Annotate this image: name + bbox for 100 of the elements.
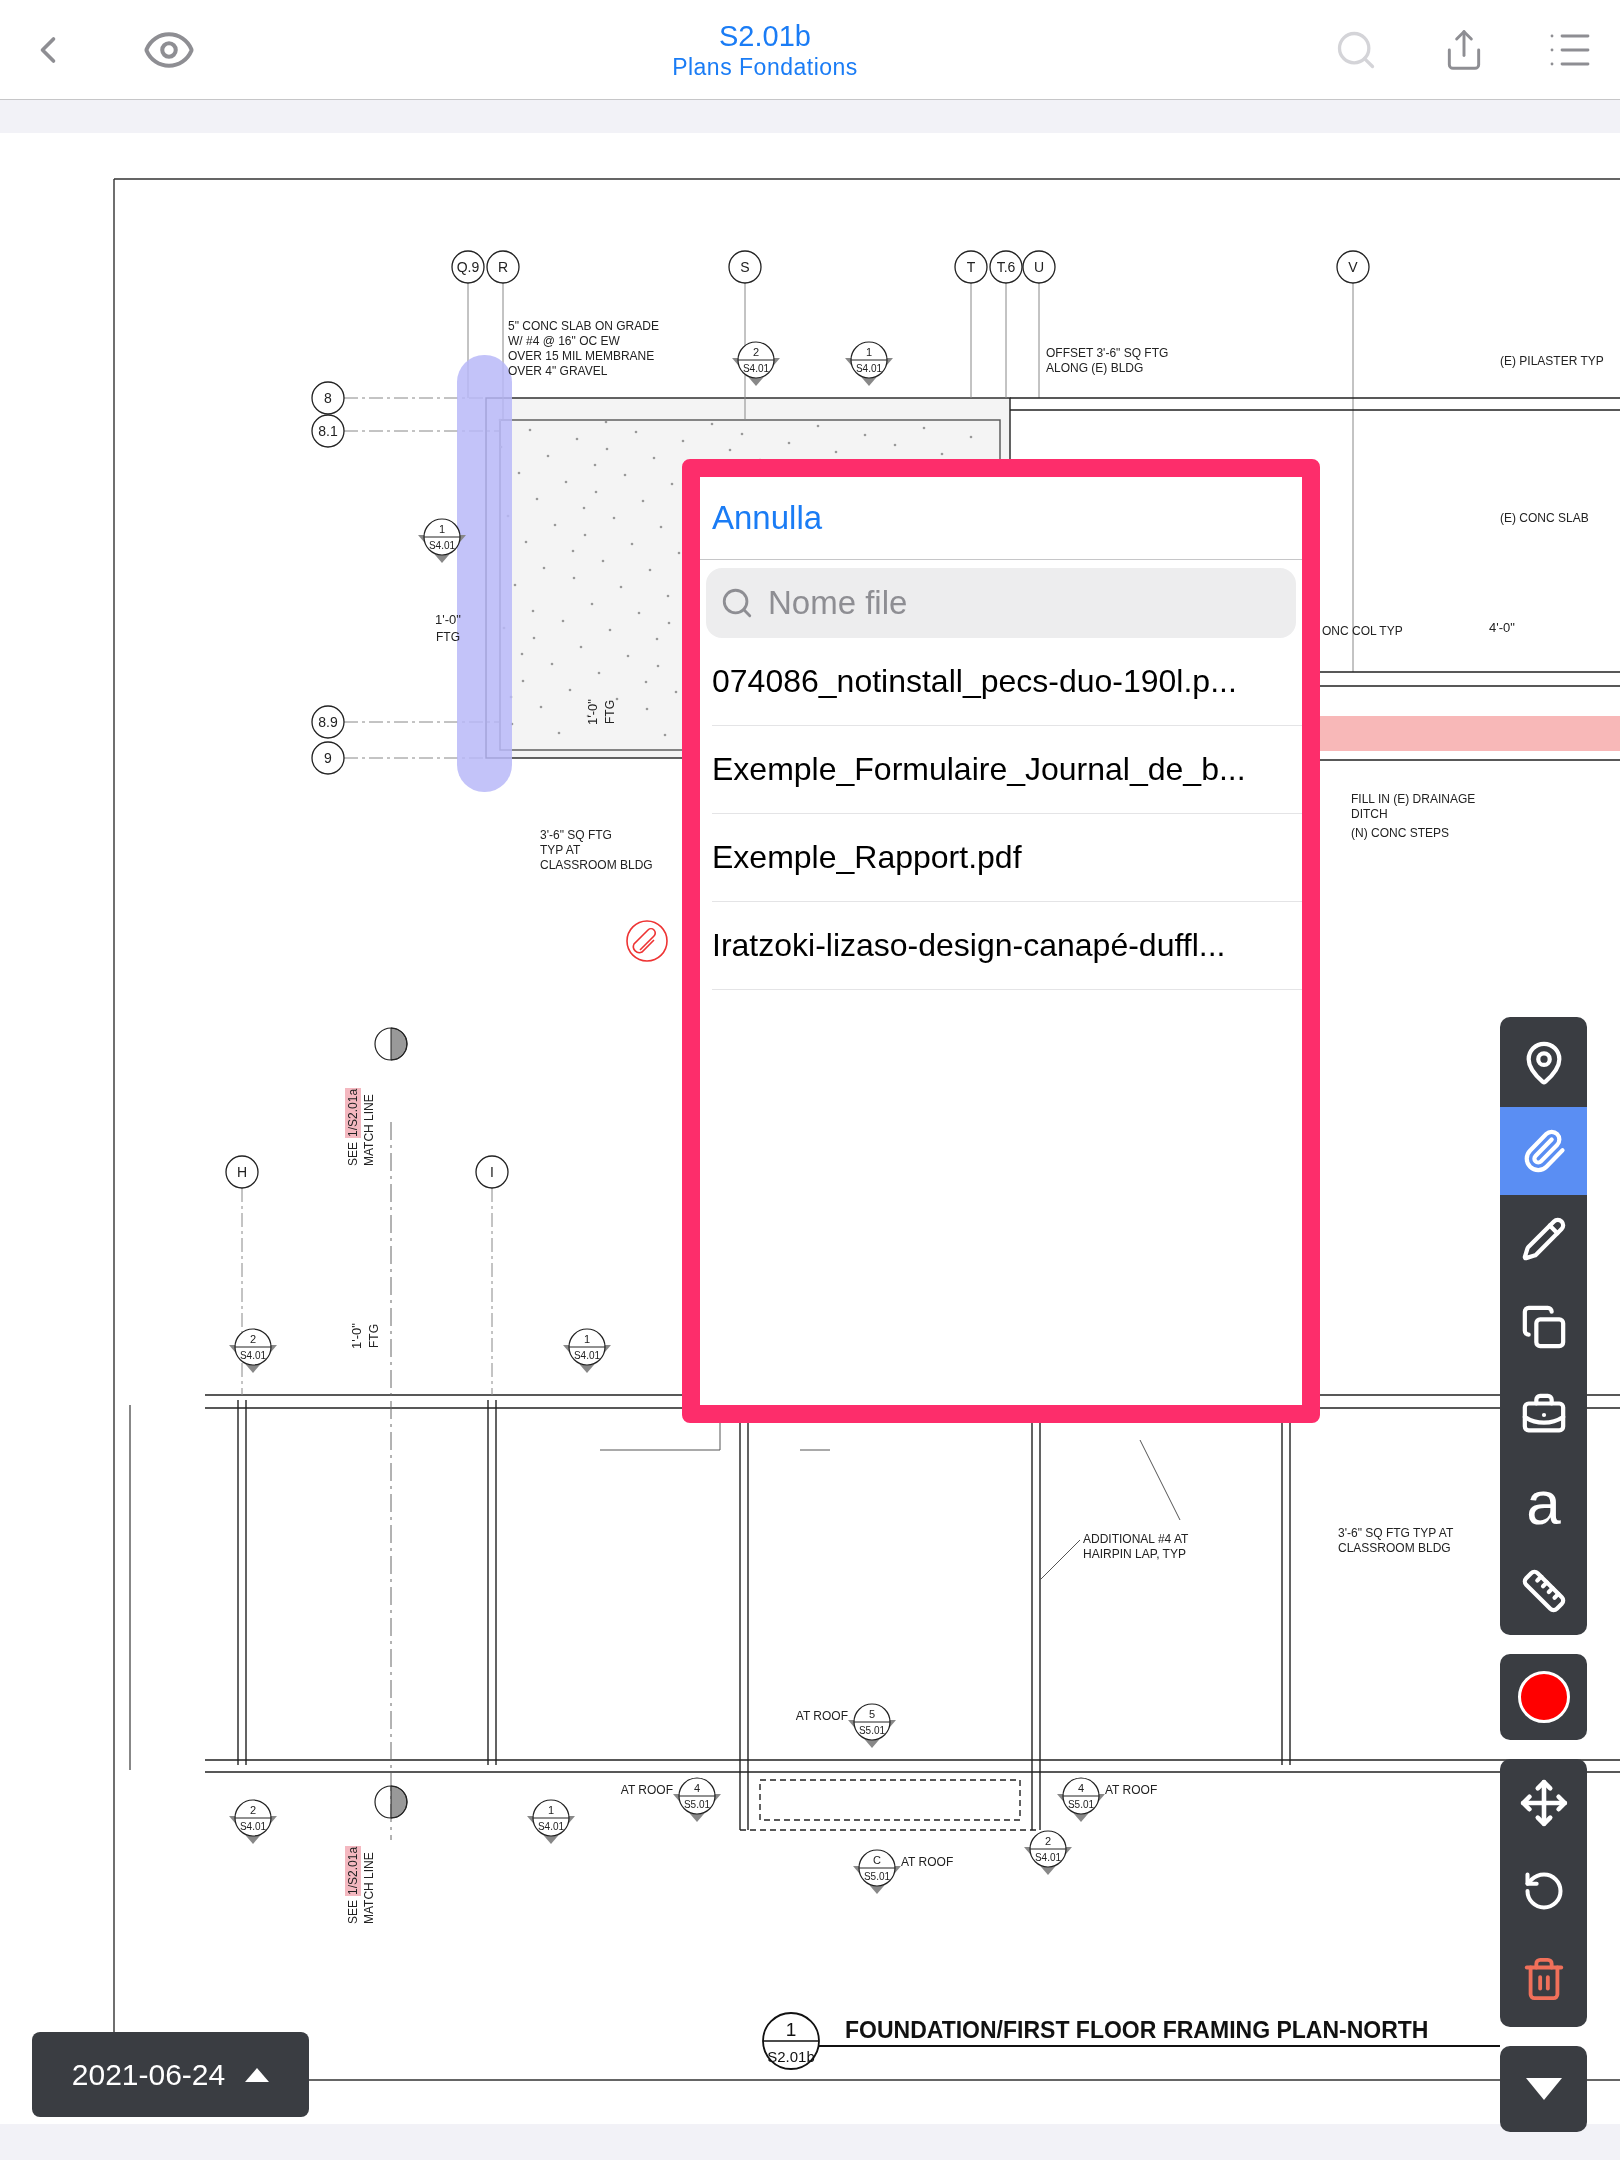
sheet-reference: S4.01 [537, 1821, 565, 1832]
drawing-title: FOUNDATION/FIRST FLOOR FRAMING PLAN-NORTH [845, 2017, 1429, 2043]
drawing-note: 5" CONC SLAB ON GRADE W/ #4 @ 16" OC EW OVER 15 MIL MEMBRANE OVER 4" GRAVEL [508, 319, 659, 378]
color-swatch-button[interactable] [1517, 1671, 1570, 1723]
section-number: 1 [583, 1333, 591, 1345]
grid-label: S [740, 259, 750, 275]
dimension-label: FTG [436, 630, 460, 644]
section-marker [845, 341, 893, 386]
sheet-reference: S5.01 [683, 1799, 711, 1810]
move-arrows-icon [1518, 1778, 1569, 1828]
date-button[interactable]: 2021-06-24 [32, 2032, 309, 2117]
match-line-bubble-outline [374, 1785, 408, 1819]
pencil-icon [1520, 1216, 1567, 1262]
match-line-reference: 1/S2.01a [345, 1845, 361, 1896]
section-number: 2 [249, 1804, 257, 1816]
section-number: 5 [868, 1708, 876, 1720]
drawing-note: 3'-6" SQ FTG TYP AT CLASSROOM BLDG [1338, 1526, 1454, 1555]
cancel-button[interactable]: Annulla [700, 477, 835, 559]
sheet-reference: S5.01 [863, 1871, 891, 1882]
match-line-see: SEE [345, 1900, 361, 1924]
sheet-reference: S4.01 [855, 363, 883, 374]
drawing-note: AT ROOF [795, 1709, 848, 1723]
section-number: 2 [752, 346, 760, 358]
search-icon [720, 586, 754, 620]
section-number: 2 [249, 1333, 257, 1345]
match-line-reference: 1/S2.01a [345, 1087, 361, 1138]
grid-bubble [1336, 250, 1370, 284]
grid-label: 8.9 [318, 714, 338, 730]
section-marker [563, 1328, 611, 1373]
section-number: 2 [1044, 1835, 1052, 1847]
sheet-reference: S4.01 [428, 540, 456, 551]
drawing-note: 3'-6" SQ FTG TYP AT CLASSROOM BLDG [540, 828, 653, 872]
drawing-note: (E) PILASTER TYP [1500, 354, 1604, 368]
sheet-reference: S4.01 [239, 1350, 267, 1361]
grid-label: 9 [324, 750, 332, 766]
section-number: 4 [1077, 1782, 1085, 1794]
dimension-value: 1'-0" [585, 699, 600, 725]
sheet-reference: S4.01 [573, 1350, 601, 1361]
grid-label: U [1033, 259, 1045, 275]
dimension-value: 4'-0" [1489, 620, 1515, 635]
grid-bubble [311, 741, 345, 775]
section-marker [1024, 1830, 1072, 1875]
triangle-down-icon [1525, 2078, 1562, 2100]
grid-bubble [486, 250, 520, 284]
drawing-note: ADDITIONAL #4 AT HAIRPIN LAP, TYP [1083, 1532, 1189, 1561]
drawing-note: (E) CONC SLAB [1500, 511, 1589, 525]
grid-bubble [954, 250, 988, 284]
title-marker-sheet: S2.01b [767, 2048, 815, 2065]
grid-bubble [311, 414, 345, 448]
section-number: 1 [438, 523, 446, 535]
match-line-bubble [390, 1027, 408, 1061]
sheet-reference: S4.01 [1034, 1852, 1062, 1863]
grid-label: 8.1 [318, 423, 338, 439]
search-field[interactable]: Nome file [706, 568, 1296, 638]
grid-bubble [989, 250, 1023, 284]
grid-bubble [1022, 250, 1056, 284]
section-marker [527, 1799, 575, 1844]
section-number: 1 [547, 1804, 555, 1816]
drawing-note: AT ROOF [1105, 1783, 1158, 1797]
grid-label: 8 [324, 390, 332, 406]
section-marker [229, 1328, 277, 1373]
sheet-reference: S4.01 [239, 1821, 267, 1832]
dimension-value: 1'-0" [349, 1323, 364, 1349]
match-line-bubble-outline [374, 1027, 408, 1061]
grid-bubble [728, 250, 762, 284]
drawing-note: AT ROOF [620, 1783, 673, 1797]
drawing-note: FILL IN (E) DRAINAGE DITCH [1351, 792, 1476, 821]
match-line-see: SEE [345, 1142, 361, 1166]
grid-bubble [225, 1155, 259, 1189]
attachment-marker-icon [626, 920, 668, 962]
ruler-icon [1520, 1568, 1567, 1614]
drawing-note: (N) CONC STEPS [1351, 826, 1449, 840]
section-marker [848, 1703, 896, 1748]
grid-bubble [451, 250, 485, 284]
section-marker [673, 1777, 721, 1822]
dimension-label: FTG [367, 1324, 381, 1348]
grid-bubble [311, 705, 345, 739]
section-marker [853, 1849, 901, 1894]
text-tool-button[interactable]: a [1500, 1459, 1587, 1547]
section-number: 4 [693, 1782, 701, 1794]
section-number: C [873, 1854, 881, 1866]
dimension-value: 1'-0" [435, 612, 461, 627]
document-title: S2.01b [719, 18, 811, 53]
title-marker-number: 1 [785, 2019, 797, 2040]
dimension-label: FTG [603, 700, 617, 724]
sheet-reference: S5.01 [1067, 1799, 1095, 1810]
match-line-label: MATCH LINE [361, 1852, 377, 1924]
section-marker [229, 1799, 277, 1844]
grid-label: R [497, 259, 509, 275]
match-line-label: MATCH LINE [361, 1094, 377, 1166]
grid-label: V [1348, 259, 1358, 275]
drawing-note: OFFSET 3'-6" SQ FTG ALONG (E) BLDG [1046, 346, 1169, 375]
grid-bubble [311, 381, 345, 415]
section-marker [418, 518, 466, 563]
grid-label: Q.9 [456, 259, 480, 275]
match-line-bubble [390, 1785, 408, 1819]
section-marker [1057, 1777, 1105, 1822]
grid-label: I [490, 1164, 494, 1180]
caret-up-icon [245, 2067, 270, 2082]
section-marker [732, 341, 780, 386]
